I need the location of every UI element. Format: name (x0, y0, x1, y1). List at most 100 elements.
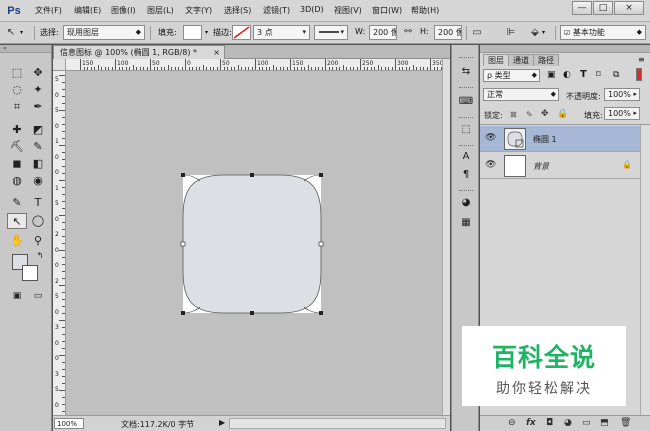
magic-wand-tool-icon[interactable]: ✦ (28, 82, 48, 98)
new-layer-icon[interactable]: ⬒ (600, 418, 609, 428)
menu-image[interactable]: 图像(I) (111, 5, 136, 16)
lock-all-icon[interactable]: 🔒 (557, 109, 568, 119)
layer-name[interactable]: 背景 (533, 161, 549, 172)
layers-panel-header[interactable] (480, 45, 650, 53)
menu-select[interactable]: 选择(S) (224, 5, 251, 16)
swap-colors-icon[interactable]: ↰ (30, 248, 50, 264)
adjustment-layer-icon[interactable]: ◕ (564, 418, 572, 428)
lasso-tool-icon[interactable]: ◌ (7, 82, 27, 98)
filter-shape-icon[interactable]: ⌑ (596, 70, 601, 80)
hand-tool-icon[interactable]: ✋ (7, 233, 27, 249)
ellipse-tool-icon[interactable]: ◯ (28, 213, 48, 229)
filter-pixel-icon[interactable]: ▣ (547, 70, 556, 80)
menu-layer[interactable]: 图层(L) (147, 5, 174, 16)
anchor-point[interactable] (181, 173, 185, 177)
stroke-width-combo[interactable]: 3 点 ▾ (253, 25, 310, 40)
status-menu-arrow[interactable]: ▶ (219, 418, 225, 427)
marquee-tool-icon[interactable]: ⬚ (7, 65, 27, 81)
dodge-tool-icon[interactable]: ◉ (28, 173, 48, 189)
quick-mask-icon[interactable]: ▣ (7, 288, 27, 304)
tab-paths[interactable]: 路径 (533, 54, 559, 66)
menu-filter[interactable]: 滤镜(T) (263, 5, 290, 16)
tools-collapse-handle[interactable]: « (0, 45, 51, 53)
menu-3d[interactable]: 3D(D) (300, 5, 324, 14)
swatches-panel-icon[interactable]: ◕ (456, 194, 476, 212)
zoom-tool-icon[interactable]: ⚲ (28, 233, 48, 249)
anchor-point[interactable] (250, 311, 254, 315)
horizontal-scrollbar[interactable] (229, 418, 446, 429)
stroke-swatch[interactable] (232, 25, 251, 40)
layer-filter-combo[interactable]: ρ 类型 ◆ (483, 69, 540, 82)
anchor-point[interactable] (181, 311, 185, 315)
rounded-square-shape[interactable] (182, 174, 322, 314)
history-brush-tool-icon[interactable]: ✎ (28, 139, 48, 155)
dock-grip[interactable] (459, 145, 473, 147)
canvas-area[interactable] (66, 71, 442, 415)
fill-field[interactable]: 100% ▸ (604, 107, 640, 120)
type-tool-icon[interactable]: T (28, 195, 48, 211)
screen-mode-icon[interactable]: ▭ (28, 288, 48, 304)
link-icon[interactable]: ⚯ (401, 26, 415, 39)
lock-transparency-icon[interactable]: ⊠ (510, 110, 517, 119)
menu-help[interactable]: 帮助(H) (411, 5, 439, 16)
healing-brush-tool-icon[interactable]: ✚ (7, 122, 27, 138)
actions-panel-icon[interactable]: ⌨ (456, 93, 476, 111)
gradient-tool-icon[interactable]: ◧ (28, 156, 48, 172)
menu-window[interactable]: 窗口(W) (372, 5, 402, 16)
minimize-button[interactable]: — (572, 1, 592, 15)
move-tool-icon[interactable]: ✥ (28, 65, 48, 81)
history-panel-icon[interactable]: ⇆ (456, 63, 476, 81)
crop-tool-icon[interactable]: ⌗ (7, 99, 27, 115)
path-arrange-icon[interactable]: ⬙ (528, 26, 542, 39)
panel-menu-icon[interactable]: ≡ (638, 55, 645, 64)
layer-name[interactable]: 椭圆 1 (533, 134, 557, 145)
zoom-field[interactable]: 100% (54, 418, 84, 429)
tab-channels[interactable]: 通道 (508, 54, 534, 66)
styles-panel-icon[interactable]: ▦ (456, 214, 476, 232)
width-field[interactable]: 200 像 (369, 25, 397, 40)
document-size-status[interactable]: 文档:117.2K/0 字节 (121, 419, 194, 430)
arrange-dropdown-arrow[interactable]: ▾ (542, 29, 545, 36)
layer-row-ellipse[interactable]: 👁 椭圆 1 (480, 126, 640, 152)
filter-adjustment-icon[interactable]: ◐ (563, 70, 571, 80)
anchor-point[interactable] (319, 311, 323, 315)
eye-icon[interactable]: 👁 (485, 133, 496, 143)
paragraph-panel-icon[interactable]: ¶ (456, 166, 476, 184)
layer-style-icon[interactable]: fx (526, 418, 536, 428)
eraser-tool-icon[interactable]: ◼ (7, 156, 27, 172)
path-operations-icon[interactable]: ▭ (470, 26, 484, 39)
menu-view[interactable]: 视图(V) (334, 5, 362, 16)
blend-mode-combo[interactable]: 正常 ◆ (483, 88, 559, 101)
tool-preset-arrow[interactable]: ▾ (20, 29, 23, 36)
lock-pixels-icon[interactable]: ✎ (526, 110, 533, 119)
menu-edit[interactable]: 编辑(E) (74, 5, 101, 16)
lock-position-icon[interactable]: ✥ (541, 109, 549, 119)
workspace-combo[interactable]: ☑ 基本功能 ◆ (560, 25, 646, 40)
fill-dropdown-arrow[interactable]: ▾ (205, 29, 208, 36)
layer-row-background[interactable]: 👁 背景 🔒 (480, 153, 640, 179)
vertical-ruler[interactable]: 5 0 5 0 1 0 0 1 5 0 2 0 0 2 5 0 3 0 0 3 5 0 (53, 71, 66, 415)
opacity-field[interactable]: 100% ▸ (604, 88, 640, 101)
eye-icon[interactable]: 👁 (485, 160, 496, 170)
dock-grip[interactable] (459, 190, 473, 192)
link-layers-icon[interactable]: ⊖ (508, 418, 516, 428)
path-selection-tool-icon[interactable]: ↖ (7, 213, 27, 229)
filter-smart-object-icon[interactable]: ⧉ (613, 70, 619, 80)
add-mask-icon[interactable]: ◘ (546, 418, 553, 428)
anchor-point[interactable] (318, 241, 324, 247)
fill-swatch[interactable] (183, 25, 202, 40)
anchor-point[interactable] (250, 173, 254, 177)
close-tab-icon[interactable]: × (213, 46, 220, 59)
pen-tool-icon[interactable]: ✎ (7, 195, 27, 211)
document-tab[interactable]: 信息图标 @ 100% (椭圆 1, RGB/8) * × (53, 45, 225, 59)
background-color-swatch[interactable] (22, 265, 38, 281)
menu-type[interactable]: 文字(Y) (185, 5, 212, 16)
filter-type-icon[interactable]: T (580, 69, 587, 80)
vertical-scrollbar[interactable] (442, 59, 450, 415)
ruler-origin[interactable] (53, 59, 66, 71)
trash-icon[interactable]: 🗑 (620, 418, 631, 428)
stroke-type-combo[interactable]: ▾ (314, 25, 348, 40)
clone-stamp-tool-icon[interactable]: ⛏ (7, 139, 27, 155)
blur-tool-icon[interactable]: ◍ (7, 173, 27, 189)
path-select-tool-icon[interactable]: ↖ (4, 26, 18, 39)
